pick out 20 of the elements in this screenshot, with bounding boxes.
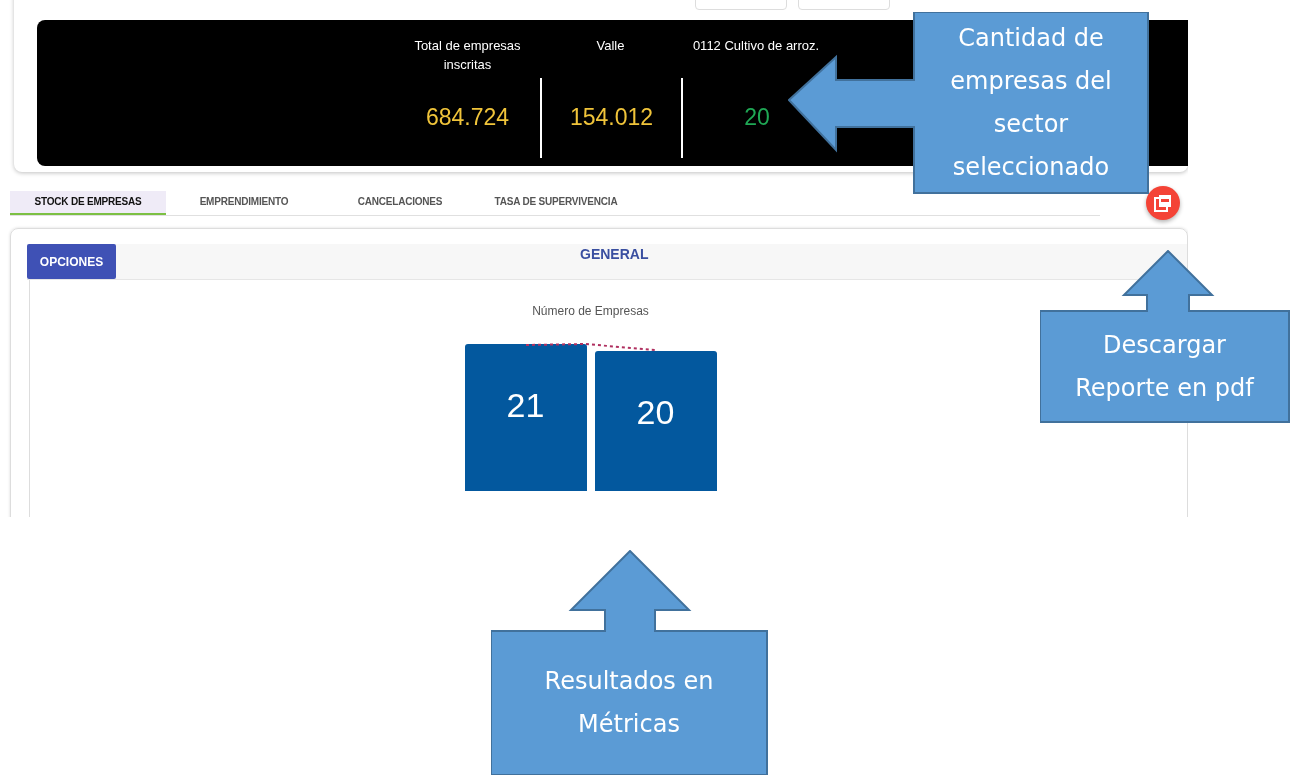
pdf-file-icon bbox=[1154, 194, 1172, 212]
metric-title: Número de Empresas bbox=[532, 304, 649, 318]
stat-value: 684.724 bbox=[425, 104, 510, 130]
options-button[interactable]: OPCIONES bbox=[27, 244, 116, 279]
tab[interactable]: EMPRENDIMIENTO bbox=[166, 190, 322, 215]
panel-title: GENERAL bbox=[580, 246, 649, 262]
stat-label: 0112 Cultivo de arroz. bbox=[692, 37, 820, 55]
stat-value: 20 bbox=[744, 104, 770, 130]
stat-value: 154.012 bbox=[569, 104, 654, 130]
metric-tile: 20 bbox=[594, 351, 717, 491]
callout-text: Descargar Reporte en pdf bbox=[1074, 329, 1256, 404]
callout-text: Cantidad de empresas del sector seleccionado bbox=[949, 22, 1113, 183]
callout-text: Resultados en Métricas bbox=[543, 666, 715, 740]
pdf-download-button[interactable] bbox=[1146, 186, 1180, 220]
tab[interactable]: STOCK DE EMPRESAS bbox=[10, 190, 166, 215]
metric-tile: 21 bbox=[464, 344, 587, 491]
stat-label: Valle bbox=[596, 37, 625, 55]
tab[interactable]: TASA DE SUPERVIVENCIA bbox=[478, 190, 634, 215]
tab[interactable]: CANCELACIONES bbox=[322, 190, 478, 215]
stat-label: Total de empresas inscritas bbox=[413, 37, 522, 74]
